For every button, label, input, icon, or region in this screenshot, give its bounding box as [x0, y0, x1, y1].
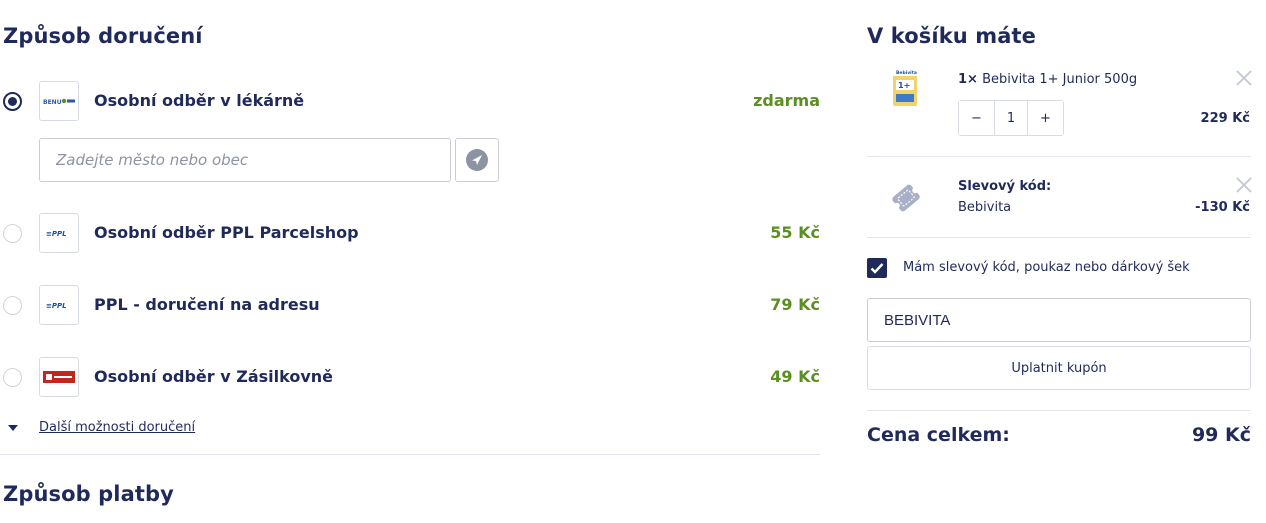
- delivery-heading: Způsob doručení: [3, 24, 203, 48]
- delivery-option-label: Osobní odběr v lékárně: [94, 91, 305, 110]
- svg-text:Bebivita: Bebivita: [896, 70, 917, 76]
- cart-item-name: Bebivita 1+ Junior 500g: [982, 72, 1138, 87]
- zasilkovna-logo: [39, 357, 79, 397]
- delivery-option-ppl-address[interactable]: ≡PPL PPL - doručení na adresu 79 Kč: [0, 284, 820, 326]
- discount-code-checkbox[interactable]: [867, 258, 887, 278]
- quantity-value[interactable]: 1: [994, 101, 1028, 135]
- discount-code-checkbox-label[interactable]: Mám slevový kód, poukaz nebo dárkový šek: [903, 260, 1190, 275]
- remove-discount-icon[interactable]: [1236, 177, 1252, 193]
- cart-item-quantity-prefix: 1×: [958, 72, 978, 87]
- delivery-option-pharmacy[interactable]: BENU Osobní odběr v lékárně zdarma: [0, 80, 820, 122]
- quantity-stepper[interactable]: − 1 +: [958, 100, 1064, 136]
- checkmark-icon: [870, 263, 884, 274]
- remove-item-icon[interactable]: [1236, 70, 1252, 86]
- svg-text:1+: 1+: [898, 81, 910, 90]
- pharmacy-logo: BENU: [39, 81, 79, 121]
- total-label: Cena celkem:: [867, 424, 1010, 446]
- ppl-logo: ≡PPL: [39, 213, 79, 253]
- product-image: Bebivita 1+: [887, 66, 925, 110]
- svg-text:≡PPL: ≡PPL: [46, 230, 67, 237]
- city-search-input[interactable]: [39, 138, 451, 182]
- radio-selected[interactable]: [3, 92, 22, 111]
- delivery-option-price: 79 Kč: [770, 295, 820, 314]
- divider: [867, 156, 1251, 157]
- divider: [0, 454, 820, 455]
- increase-button[interactable]: +: [1028, 101, 1063, 135]
- radio-unselected[interactable]: [3, 368, 22, 387]
- divider: [867, 410, 1251, 411]
- divider: [867, 237, 1251, 238]
- cart-heading: V košíku máte: [867, 24, 1036, 48]
- cart-item-title: 1× Bebivita 1+ Junior 500g: [958, 72, 1137, 87]
- discount-title: Slevový kód:: [958, 179, 1052, 194]
- delivery-option-price: zdarma: [753, 91, 820, 110]
- delivery-option-label: PPL - doručení na adresu: [94, 295, 320, 314]
- radio-unselected[interactable]: [3, 296, 22, 315]
- delivery-option-price: 49 Kč: [770, 367, 820, 386]
- delivery-option-zasilkovna[interactable]: Osobní odběr v Zásilkovně 49 Kč: [0, 356, 820, 398]
- radio-unselected[interactable]: [3, 224, 22, 243]
- cart-item-price: 229 Kč: [1200, 111, 1250, 126]
- discount-code-input[interactable]: [867, 298, 1251, 342]
- delivery-option-ppl-parcelshop[interactable]: ≡PPL Osobní odběr PPL Parcelshop 55 Kč: [0, 212, 820, 254]
- delivery-option-label: Osobní odběr v Zásilkovně: [94, 367, 333, 386]
- svg-text:BENU: BENU: [43, 99, 62, 106]
- discount-value: -130 Kč: [1195, 200, 1250, 215]
- ppl-logo: ≡PPL: [39, 285, 79, 325]
- decrease-button[interactable]: −: [959, 101, 994, 135]
- apply-coupon-button[interactable]: Uplatnit kupón: [867, 346, 1251, 390]
- payment-heading: Způsob platby: [3, 482, 174, 506]
- locate-button[interactable]: [455, 138, 499, 182]
- location-arrow-icon: [466, 149, 488, 171]
- svg-text:≡PPL: ≡PPL: [46, 302, 67, 309]
- total-value: 99 Kč: [1191, 424, 1251, 446]
- discount-code: Bebivita: [958, 200, 1012, 215]
- delivery-option-price: 55 Kč: [770, 223, 820, 242]
- more-delivery-options-link[interactable]: Další možnosti doručení: [39, 420, 195, 435]
- delivery-option-label: Osobní odběr PPL Parcelshop: [94, 223, 359, 242]
- caret-down-icon: [8, 425, 18, 431]
- coupon-icon: [886, 178, 926, 218]
